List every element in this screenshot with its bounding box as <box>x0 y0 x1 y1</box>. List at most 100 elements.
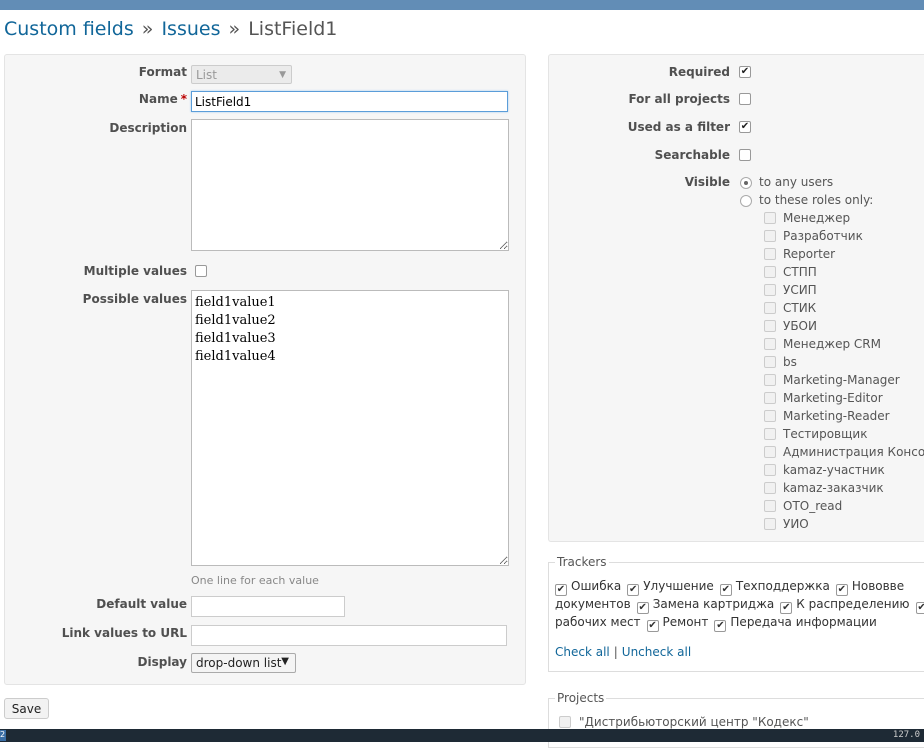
project-checkbox[interactable] <box>559 716 571 728</box>
searchable-label: Searchable <box>654 148 730 162</box>
format-select-value: List <box>196 68 217 82</box>
default-value-label: Default value <box>96 597 187 611</box>
visible-roles-only-label: to these roles only: <box>759 193 874 207</box>
save-button[interactable]: Save <box>4 698 49 719</box>
role-label: СТПП <box>783 265 817 279</box>
tracker-checkbox[interactable] <box>646 620 659 632</box>
trackers-fieldset: Trackers Ошибка Улучшение Техподдержка Ново… <box>548 555 924 672</box>
status-right-text: 127.0 <box>892 730 920 740</box>
role-label: bs <box>783 355 797 369</box>
breadcrumb-issues-link[interactable]: Issues <box>161 18 220 40</box>
role-label: Marketing-Reader <box>783 409 890 423</box>
tracker-checkbox[interactable] <box>627 584 640 596</box>
format-select: List ▼ <box>191 65 292 84</box>
name-input[interactable] <box>191 91 508 112</box>
display-select-value: drop-down list <box>196 656 282 670</box>
role-checkbox[interactable] <box>764 482 776 494</box>
breadcrumb: Custom fields » Issues » ListField1 <box>4 18 337 40</box>
multiple-values-checkbox[interactable] <box>195 265 207 277</box>
tracker-label: Техподдержка <box>735 579 830 593</box>
possible-values-label: Possible values <box>82 292 187 306</box>
tracker-label: Улучшение <box>643 579 714 593</box>
tracker-checkbox[interactable] <box>835 584 848 596</box>
status-left-tag: 2 <box>0 730 6 741</box>
tracker-label: К распределению <box>796 597 910 611</box>
role-label: Marketing-Editor <box>783 391 883 405</box>
tracker-item: Ремонт <box>646 615 709 632</box>
role-checkbox[interactable] <box>764 266 776 278</box>
visible-roles-only-radio[interactable] <box>740 195 752 207</box>
chevron-down-icon: ▼ <box>281 656 289 667</box>
role-label: УИО <box>783 517 809 531</box>
role-checkbox[interactable] <box>764 374 776 386</box>
description-label: Description <box>109 121 187 135</box>
tracker-item: К распределению <box>780 597 910 614</box>
role-label: Администрация Консор <box>783 445 924 459</box>
tracker-label: Передача информации <box>730 615 877 629</box>
breadcrumb-separator: » <box>141 18 154 40</box>
role-label: Тестировщик <box>783 427 868 441</box>
role-checkbox[interactable] <box>764 428 776 440</box>
role-checkbox[interactable] <box>764 518 776 530</box>
tracker-checkbox[interactable] <box>915 602 924 614</box>
check-all-link[interactable]: Check all <box>555 645 610 659</box>
tracker-label: документов <box>555 597 631 611</box>
display-label: Display <box>137 655 187 669</box>
role-label: kamaz-заказчик <box>783 481 884 495</box>
chevron-down-icon: ▼ <box>279 70 286 80</box>
role-checkbox[interactable] <box>764 284 776 296</box>
uncheck-all-link[interactable]: Uncheck all <box>622 645 691 659</box>
tracker-item: Улучшение <box>627 579 714 596</box>
tracker-checkbox[interactable] <box>780 602 793 614</box>
tracker-label: Замена картриджа <box>652 597 775 611</box>
role-checkbox[interactable] <box>764 320 776 332</box>
display-select[interactable]: drop-down list ▼ <box>191 653 296 673</box>
possible-values-textarea[interactable] <box>191 290 509 566</box>
name-label-text: Name <box>138 92 178 106</box>
description-textarea[interactable] <box>191 119 509 251</box>
role-checkbox[interactable] <box>764 500 776 512</box>
for-all-projects-checkbox[interactable] <box>739 93 751 105</box>
tracker-checkbox[interactable] <box>555 584 567 596</box>
custom-field-form-box: Format List ▼ Name* Description Multiple… <box>4 54 526 685</box>
for-all-projects-label: For all projects <box>628 92 730 106</box>
role-checkbox[interactable] <box>764 338 776 350</box>
role-checkbox[interactable] <box>764 392 776 404</box>
role-checkbox[interactable] <box>764 464 776 476</box>
role-checkbox[interactable] <box>764 302 776 314</box>
role-checkbox[interactable] <box>764 212 776 224</box>
breadcrumb-custom-fields-link[interactable]: Custom fields <box>4 18 134 40</box>
role-label: СТИК <box>783 301 817 315</box>
visible-label: Visible <box>684 175 730 189</box>
tracker-item: Замена картриджа <box>636 597 775 614</box>
role-checkbox[interactable] <box>764 230 776 242</box>
tracker-label: Ремонт <box>662 615 709 629</box>
role-checkbox[interactable] <box>764 446 776 458</box>
searchable-checkbox[interactable] <box>739 149 751 161</box>
visible-any-users-radio[interactable] <box>740 177 752 189</box>
tracker-item: Передача информации <box>714 615 877 632</box>
default-value-input[interactable] <box>191 596 345 617</box>
page-title: ListField1 <box>248 18 338 40</box>
required-checkbox[interactable] <box>739 66 751 78</box>
role-checkbox[interactable] <box>764 356 776 368</box>
top-header-bar <box>0 0 924 10</box>
system-status-bar: 2 127.0 <box>0 729 924 742</box>
role-checkbox[interactable] <box>764 248 776 260</box>
tracker-checkbox[interactable] <box>719 584 732 596</box>
possible-values-hint: One line for each value <box>191 574 319 587</box>
role-label: УСИП <box>783 283 817 297</box>
tracker-checkbox[interactable] <box>636 602 649 614</box>
tracker-item: Нововве <box>835 579 904 596</box>
role-label: kamaz-участник <box>783 463 885 477</box>
link-separator: | <box>613 645 618 659</box>
role-label: Marketing-Manager <box>783 373 900 387</box>
link-values-label: Link values to URL <box>61 626 187 640</box>
role-checkbox[interactable] <box>764 410 776 422</box>
multiple-values-label: Multiple values <box>83 264 187 278</box>
trackers-row: рабочих мест Ремонт Передача информации <box>555 615 883 632</box>
link-values-input[interactable] <box>191 625 507 646</box>
tracker-toggle-links: Check all | Uncheck all <box>555 645 691 659</box>
tracker-checkbox[interactable] <box>714 620 727 632</box>
used-as-filter-checkbox[interactable] <box>739 121 751 133</box>
